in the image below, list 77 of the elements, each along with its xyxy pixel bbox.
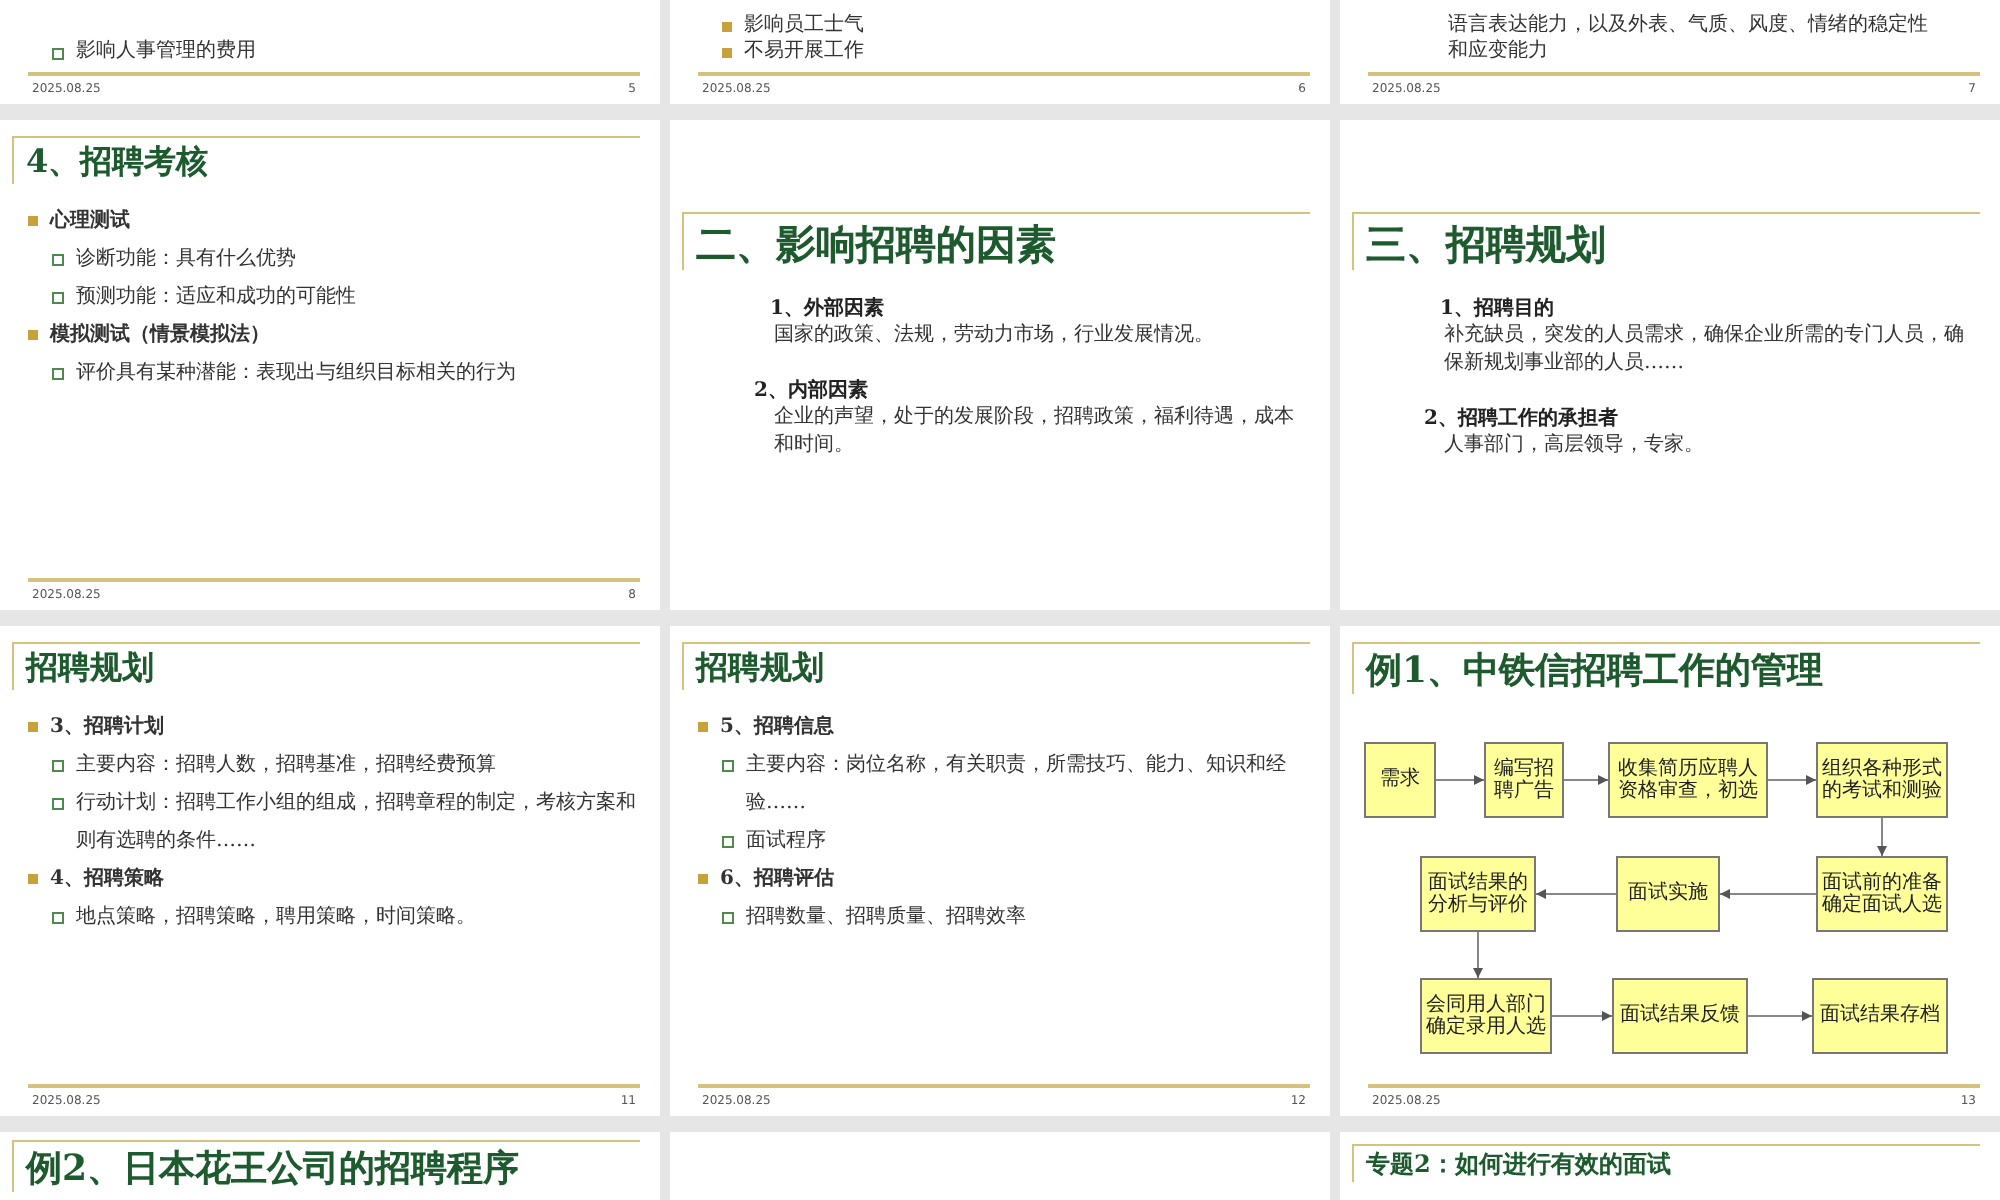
flow-step: 编写招聘广告: [1484, 742, 1564, 818]
bullet-icon: [52, 911, 64, 924]
bullet-icon: [52, 367, 64, 380]
bullet-icon: [52, 291, 64, 304]
bullet-text: 主要内容：岗位名称，有关职责，所需技巧、能力、知识和经验……: [746, 751, 1288, 818]
bullet-text: 不易开展工作: [744, 39, 864, 64]
bullet-text: 主要内容：招聘人数，招聘基准，招聘经费预算: [76, 751, 496, 780]
bullet-text: 3、招聘计划: [50, 713, 164, 742]
bullet-text: 诊断功能：具有什么优势: [76, 245, 296, 274]
flow-arrow: [1563, 775, 1609, 785]
bullet-text: 预测功能：适应和成功的可能性: [76, 283, 356, 312]
bullet-icon: [28, 721, 38, 732]
paragraph-heading: 2、招聘工作的承担者: [1422, 405, 1620, 432]
bullet-icon: [698, 873, 708, 884]
paragraph-text: 补充缺员，突发的人员需求，确保企业所需的专门人员，确保新规划事业部的人员……: [1442, 322, 1966, 378]
slide-title: 三、招聘规划: [1366, 218, 1608, 270]
flow-arrow: [1767, 775, 1817, 785]
flow-step: 组织各种形式的考试和测验: [1816, 742, 1948, 818]
slide-title: 招聘规划: [26, 648, 156, 690]
bullet-text: 4、招聘策略: [50, 865, 164, 894]
bullet-icon: [722, 47, 732, 57]
slide-title: 招聘规划: [696, 648, 826, 690]
flow-step: 收集简历应聘人资格审查，初选: [1608, 742, 1768, 818]
bullet-text: 评价具有某种潜能：表现出与组织目标相关的行为: [76, 359, 516, 388]
flow-step: 面试结果存档: [1812, 978, 1948, 1054]
paragraph-text: 企业的声望，处于的发展阶段，招聘政策，福利待遇，成本和时间。: [772, 404, 1296, 460]
bullet-icon: [722, 22, 732, 32]
bullet-text: 心理测试: [50, 206, 130, 236]
paragraph-heading: 1、外部因素: [768, 295, 886, 322]
slide-thumbnail[interactable]: 专题2：如何进行有效的面试: [1340, 1132, 2000, 1200]
slide-title: 4、招聘考核: [26, 142, 211, 184]
bullet-icon: [28, 873, 38, 884]
paragraph-text: 人事部门，高层领导，专家。: [1442, 432, 1706, 460]
flow-arrow: [1719, 889, 1817, 899]
slide-title: 专题2：如何进行有效的面试: [1366, 1150, 1673, 1182]
bullet-icon: [52, 253, 64, 266]
bullet-icon: [722, 759, 734, 772]
bullet-text: 6、招聘评估: [720, 865, 834, 894]
bullet-text: 和应变能力: [1448, 39, 1548, 64]
bullet-text: 影响人事管理的费用: [76, 39, 256, 64]
flow-step: 面试结果反馈: [1612, 978, 1748, 1054]
flow-step: 面试结果的分析与评价: [1420, 856, 1536, 932]
bullet-icon: [28, 329, 38, 340]
slide-title: 二、影响招聘的因素: [696, 218, 1058, 270]
paragraph-text: 国家的政策、法规，劳动力市场，行业发展情况。: [772, 322, 1216, 350]
bullet-icon: [52, 47, 64, 59]
bullet-text: 模拟测试（情景模拟法）: [50, 321, 270, 350]
slide-title: 例1、中铁信招聘工作的管理: [1366, 648, 1826, 695]
bullet-text: 5、招聘信息: [720, 713, 834, 742]
bullet-icon: [28, 215, 38, 226]
bullet-text: 行动计划：招聘工作小组的组成，招聘章程的制定，考核方案和则有选聘的条件……: [76, 789, 638, 856]
slide-thumbnail[interactable]: 三、招聘规划 1、招聘目的 补充缺员，突发的人员需求，确保企业所需的专门人员，确保新规划事业部的人员…… 2、招聘工作的承担者 人事部门，高层领导，专家。: [1340, 120, 2000, 610]
bullet-text: 影响员工士气: [744, 14, 864, 39]
bullet-text: 招聘数量、招聘质量、招聘效率: [746, 903, 1026, 932]
flow-step: 会同用人部门确定录用人选: [1420, 978, 1552, 1054]
bullet-text: 地点策略，招聘策略，聘用策略，时间策略。: [76, 903, 476, 932]
bullet-icon: [52, 797, 64, 810]
bullet-icon: [52, 759, 64, 772]
flow-arrow: [1551, 1011, 1613, 1021]
bullet-text: 面试程序: [746, 827, 826, 856]
flow-arrow: [1747, 1011, 1813, 1021]
flow-step: 需求: [1364, 742, 1436, 818]
slide-thumbnail[interactable]: 二、影响招聘的因素 1、外部因素 国家的政策、法规，劳动力市场，行业发展情况。 2、内部因素 企业的声望，处于的发展阶段，招聘政策，福利待遇，成本和时间。: [670, 120, 1330, 610]
bullet-icon: [722, 911, 734, 924]
slide-thumbnail[interactable]: 例2、日本花王公司的招聘程序: [0, 1132, 660, 1200]
bullet-text: 语言表达能力，以及外表、气质、风度、情绪的稳定性: [1448, 14, 1928, 39]
paragraph-heading: 1、招聘目的: [1438, 295, 1556, 322]
flow-arrow: [1473, 931, 1483, 979]
flow-arrow: [1877, 817, 1887, 857]
flow-step: 面试实施: [1616, 856, 1720, 932]
flow-step: 面试前的准备确定面试人选: [1816, 856, 1948, 932]
flow-arrow: [1535, 889, 1617, 899]
flow-arrow: [1435, 775, 1485, 785]
bullet-icon: [698, 721, 708, 732]
slide-title: 例2、日本花王公司的招聘程序: [26, 1146, 522, 1193]
paragraph-heading: 2、内部因素: [752, 377, 870, 404]
bullet-icon: [722, 835, 734, 848]
